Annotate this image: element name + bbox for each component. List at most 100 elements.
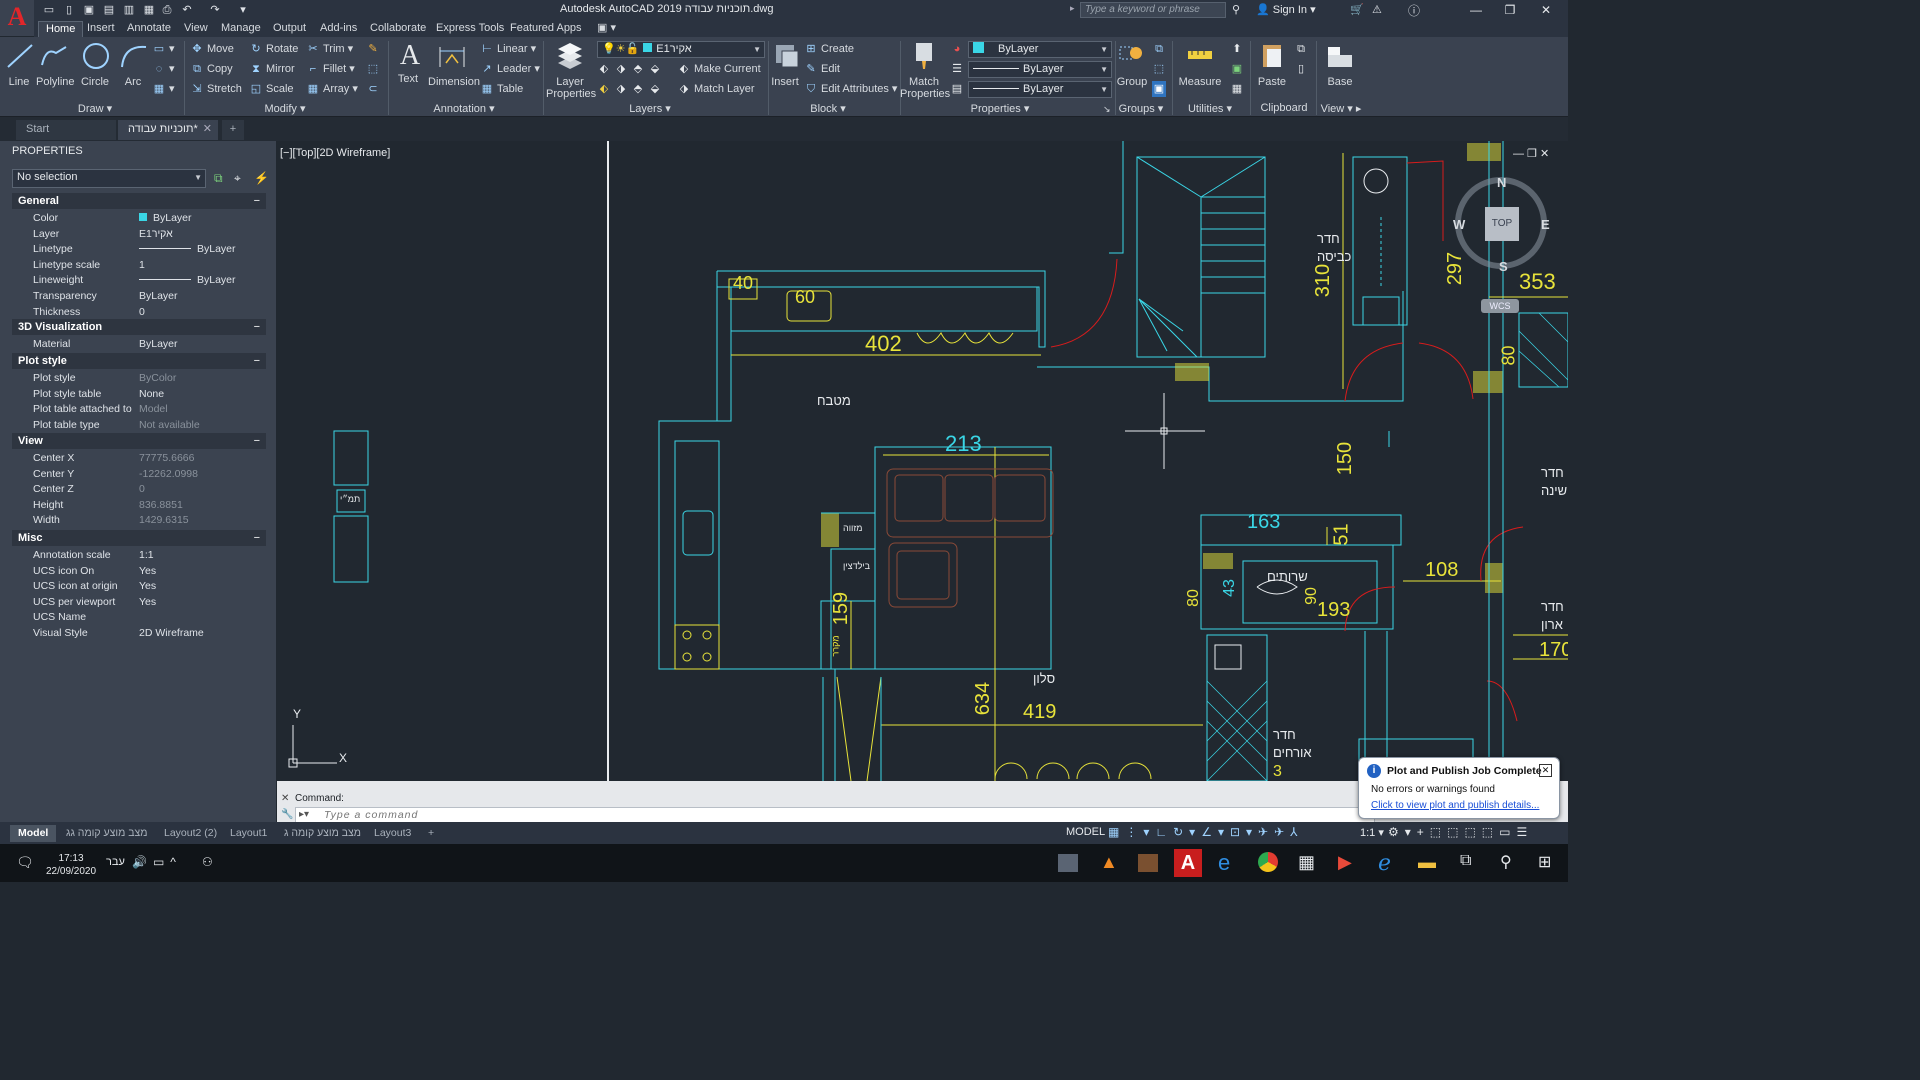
- modify-panel-title[interactable]: Modify ▾: [250, 102, 320, 116]
- fillet-button[interactable]: ⌐ Fillet ▾: [306, 61, 355, 77]
- vlc-icon[interactable]: ▲: [1100, 852, 1118, 873]
- layer-dropdown[interactable]: 💡☀🔓 E1אקיר ▼: [597, 41, 765, 58]
- property-row[interactable]: Visual Style 2D Wireframe: [12, 626, 266, 641]
- quick-select-prop-icon[interactable]: ⚡: [254, 171, 269, 185]
- binoculars-icon[interactable]: ⚲: [1232, 3, 1240, 16]
- people-icon[interactable]: ⚇: [202, 855, 213, 869]
- property-row[interactable]: Plot style ByColor: [12, 371, 266, 386]
- command-input[interactable]: [295, 807, 1375, 823]
- measure-button[interactable]: Measure: [1176, 41, 1224, 88]
- rotate-button[interactable]: ↻ Rotate: [249, 41, 298, 57]
- calculator-taskbar-icon[interactable]: ▦: [1298, 852, 1315, 873]
- floor-plan-drawing[interactable]: [277, 141, 1568, 781]
- plot-publish-notification[interactable]: i Plot and Publish Job Complete ✕ No err…: [1358, 757, 1560, 819]
- property-row[interactable]: Material ByLayer: [12, 337, 266, 352]
- copy-button[interactable]: ⧉ Copy: [190, 61, 233, 77]
- layout-tab-model[interactable]: Model: [10, 825, 57, 842]
- property-row[interactable]: Thickness 0: [12, 305, 266, 320]
- toggle-pickadd-icon[interactable]: ⧉: [214, 171, 223, 186]
- layer-tools-row-1[interactable]: ⬖ ⬗ ⬘ ⬙: [597, 61, 665, 77]
- linetype-dropdown[interactable]: ByLayer ▼: [968, 61, 1112, 78]
- section-misc[interactable]: Misc −: [12, 530, 266, 546]
- layout-tab-roof[interactable]: מצב מוצע קומה גג: [58, 825, 155, 842]
- expand-search-icon[interactable]: ▸: [1070, 3, 1075, 14]
- qat-dropdown-icon[interactable]: ▾: [236, 3, 250, 17]
- property-row[interactable]: Transparency ByLayer: [12, 289, 266, 304]
- annotation-scale[interactable]: 1:1 ▾: [1360, 826, 1384, 839]
- group-select-icon[interactable]: ▣: [1152, 81, 1169, 97]
- drafting-status-icons[interactable]: ▦⋮▾∟↻▾∠▾⊡▾✈✈⅄: [1108, 825, 1304, 839]
- new-icon[interactable]: ▭: [42, 3, 56, 17]
- app-logo[interactable]: A: [0, 0, 34, 36]
- plot-icon[interactable]: ⎙: [160, 3, 174, 17]
- groups-panel-title[interactable]: Groups ▾: [1116, 102, 1166, 116]
- edge-icon[interactable]: e: [1218, 850, 1230, 876]
- offset-icon[interactable]: ⊂: [366, 81, 383, 97]
- tab-view[interactable]: View: [177, 21, 215, 37]
- tab-express-tools[interactable]: Express Tools: [429, 21, 511, 37]
- search-input[interactable]: Type a keyword or phrase: [1080, 2, 1226, 18]
- close-command-icon[interactable]: ✕: [281, 793, 289, 804]
- properties-panel-title[interactable]: Properties ▾: [960, 102, 1040, 116]
- ribbon-options-icon[interactable]: ▣ ▾: [590, 21, 623, 37]
- property-row[interactable]: Height 836.8851: [12, 498, 266, 513]
- autocad-taskbar-icon[interactable]: A: [1174, 849, 1202, 877]
- lineweight-dropdown[interactable]: ByLayer ▼: [968, 81, 1112, 98]
- property-row[interactable]: UCS per viewport Yes: [12, 595, 266, 610]
- annotation-panel-title[interactable]: Annotation ▾: [424, 102, 504, 116]
- drawing-viewport[interactable]: [−][Top][2D Wireframe] מטבח סלון שרותים …: [277, 141, 1568, 781]
- arc-button[interactable]: Arc: [118, 41, 148, 88]
- edit-attributes-button[interactable]: ⛉ Edit Attributes ▾: [804, 81, 898, 97]
- search-icon[interactable]: ⚲: [1500, 852, 1512, 872]
- ungroup-icon[interactable]: ⧉: [1152, 41, 1169, 57]
- customize-command-icon[interactable]: 🔧: [281, 809, 293, 820]
- help-icon[interactable]: ⓘ: [1408, 2, 1420, 19]
- select-all-icon[interactable]: ▣: [1230, 61, 1247, 77]
- viewcube[interactable]: TOP N S E W: [1453, 175, 1550, 274]
- redo-icon[interactable]: ↷: [208, 3, 222, 17]
- task-view-icon[interactable]: ⧉: [1460, 852, 1471, 870]
- tab-collaborate[interactable]: Collaborate: [363, 21, 433, 37]
- tab-featured-apps[interactable]: Featured Apps: [503, 21, 589, 37]
- tab-add-ins[interactable]: Add-ins: [313, 21, 364, 37]
- polyline-button[interactable]: Polyline: [36, 41, 75, 88]
- layer-tools-row-2[interactable]: ⬖ ⬗ ⬘ ⬙: [597, 81, 665, 97]
- property-row[interactable]: Center Z 0: [12, 482, 266, 497]
- file-tab-drawing[interactable]: תוכניות עבודה* ✕: [118, 120, 218, 140]
- layout-tab-layout3[interactable]: Layout3: [366, 825, 419, 842]
- close-button[interactable]: ✕: [1526, 0, 1566, 20]
- start-windows-icon[interactable]: ⊞: [1538, 852, 1551, 872]
- property-row[interactable]: Center X 77775.6666: [12, 451, 266, 466]
- tab-home[interactable]: Home: [38, 21, 84, 37]
- close-notification-button[interactable]: ✕: [1539, 764, 1552, 777]
- edit-block-button[interactable]: ✎ Edit: [804, 61, 840, 77]
- insert-button[interactable]: Insert: [770, 41, 800, 88]
- paste-button[interactable]: Paste: [1254, 41, 1290, 88]
- taskbar-app-3-icon[interactable]: [1138, 854, 1158, 872]
- array-button[interactable]: ▦ Array ▾: [306, 81, 358, 97]
- quick-select-icon[interactable]: ⬆: [1230, 41, 1247, 57]
- line-button[interactable]: Line: [4, 41, 34, 88]
- utilities-panel-title[interactable]: Utilities ▾: [1180, 102, 1240, 116]
- property-row[interactable]: UCS Name: [12, 610, 266, 625]
- collapse-icon[interactable]: −: [254, 193, 260, 209]
- property-row[interactable]: Linetype ByLayer: [12, 242, 266, 257]
- save-icon[interactable]: ▣: [82, 3, 96, 17]
- tab-output[interactable]: Output: [266, 21, 313, 37]
- input-language[interactable]: עבר: [106, 856, 125, 868]
- undo-icon[interactable]: ↶: [180, 3, 194, 17]
- lineweight-icon[interactable]: ☰: [950, 61, 967, 77]
- section-plot[interactable]: Plot style −: [12, 353, 266, 369]
- dimension-button[interactable]: Dimension: [428, 41, 480, 88]
- compass-north[interactable]: N: [1497, 175, 1506, 190]
- property-row[interactable]: Annotation scale 1:1: [12, 548, 266, 563]
- hatch-icon[interactable]: ◌ ▾: [152, 61, 175, 77]
- cart-icon[interactable]: 🛒: [1350, 3, 1364, 16]
- model-space-toggle[interactable]: MODEL: [1066, 826, 1105, 838]
- open-web-icon[interactable]: ▥: [122, 3, 136, 17]
- create-block-button[interactable]: ⊞ Create: [804, 41, 854, 57]
- compass-west[interactable]: W: [1453, 217, 1465, 232]
- mirror-button[interactable]: ⧗ Mirror: [249, 61, 295, 77]
- open-icon[interactable]: ▯: [62, 3, 76, 17]
- property-row[interactable]: Color ByLayer: [12, 211, 266, 226]
